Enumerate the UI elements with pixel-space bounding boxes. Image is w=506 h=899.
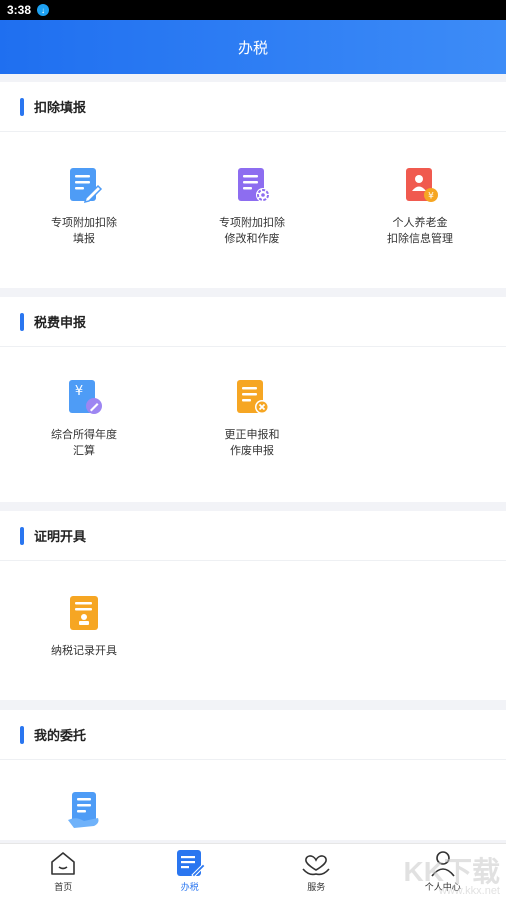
tab-profile[interactable]: 个人中心 [380,844,506,899]
page-header: 办税 [0,20,506,74]
section-accent-bar [20,97,24,116]
section-header: 我的委托 [0,710,506,760]
section-tax-declaration: 税费申报 ¥ 综合所得年度 汇算 更正申报和 作废申报 [0,297,506,502]
service-icon [301,848,331,878]
svg-text:¥: ¥ [428,192,434,202]
item-label: 综合所得年度 汇算 [51,429,117,457]
document-edit-icon [64,165,104,205]
notification-icon: ↓ [37,4,50,16]
document-settings-icon [232,165,272,205]
section-header: 税费申报 [0,297,506,347]
item-special-deduction-modify[interactable]: 专项附加扣除 修改和作废 [168,165,336,247]
tab-service[interactable]: 服务 [253,844,380,899]
item-label: 专项附加扣除 填报 [51,217,117,245]
tab-label: 办税 [180,882,199,892]
item-label: 纳税记录开具 [51,645,117,657]
tax-record-icon [64,593,104,633]
status-bar: 3:38 ↓ [0,0,506,20]
tax-icon [175,848,205,878]
section-delegation: 我的委托 [0,710,506,840]
item-label: 个人养老金 扣除信息管理 [387,217,453,245]
pension-icon: ¥ [400,165,440,205]
item-special-deduction-fill[interactable]: 专项附加扣除 填报 [0,165,168,247]
section-certificate: 证明开具 纳税记录开具 [0,511,506,700]
item-label: 专项附加扣除 修改和作废 [219,217,285,245]
status-time: 3:38 [7,3,32,17]
user-icon [428,848,458,878]
item-label: 更正申报和 作废申报 [224,429,280,457]
section-accent-bar [20,312,24,331]
page-title: 办税 [237,39,268,57]
section-title: 证明开具 [34,529,87,544]
section-title: 扣除填报 [34,100,87,115]
item-delegation[interactable] [0,790,168,840]
section-title: 我的委托 [34,728,87,743]
home-icon [48,848,78,878]
document-cancel-icon [232,377,272,417]
tab-home[interactable]: 首页 [0,844,127,899]
section-accent-bar [20,725,24,744]
item-correction-declaration[interactable]: 更正申报和 作废申报 [168,377,336,459]
section-accent-bar [20,526,24,545]
bottom-tab-bar: 首页 办税 服务 个人中心 [0,843,506,899]
section-deduction: 扣除填报 专项附加扣除 填报 专项附加扣除 修改和作废 ¥ 个人养老金 扣除信息… [0,82,506,288]
section-header: 证明开具 [0,511,506,561]
tab-tax[interactable]: 办税 [127,844,254,899]
tab-label: 服务 [307,882,326,892]
item-pension-deduction[interactable]: ¥ 个人养老金 扣除信息管理 [336,165,504,247]
item-annual-settlement[interactable]: ¥ 综合所得年度 汇算 [0,377,168,459]
item-tax-record[interactable]: 纳税记录开具 [0,593,168,659]
tab-label: 首页 [54,882,73,892]
section-title: 税费申报 [34,315,87,330]
svg-text:¥: ¥ [75,384,83,399]
section-header: 扣除填报 [0,82,506,132]
delegation-icon [64,790,104,830]
tab-label: 个人中心 [424,882,461,892]
yuan-document-icon: ¥ [64,377,104,417]
